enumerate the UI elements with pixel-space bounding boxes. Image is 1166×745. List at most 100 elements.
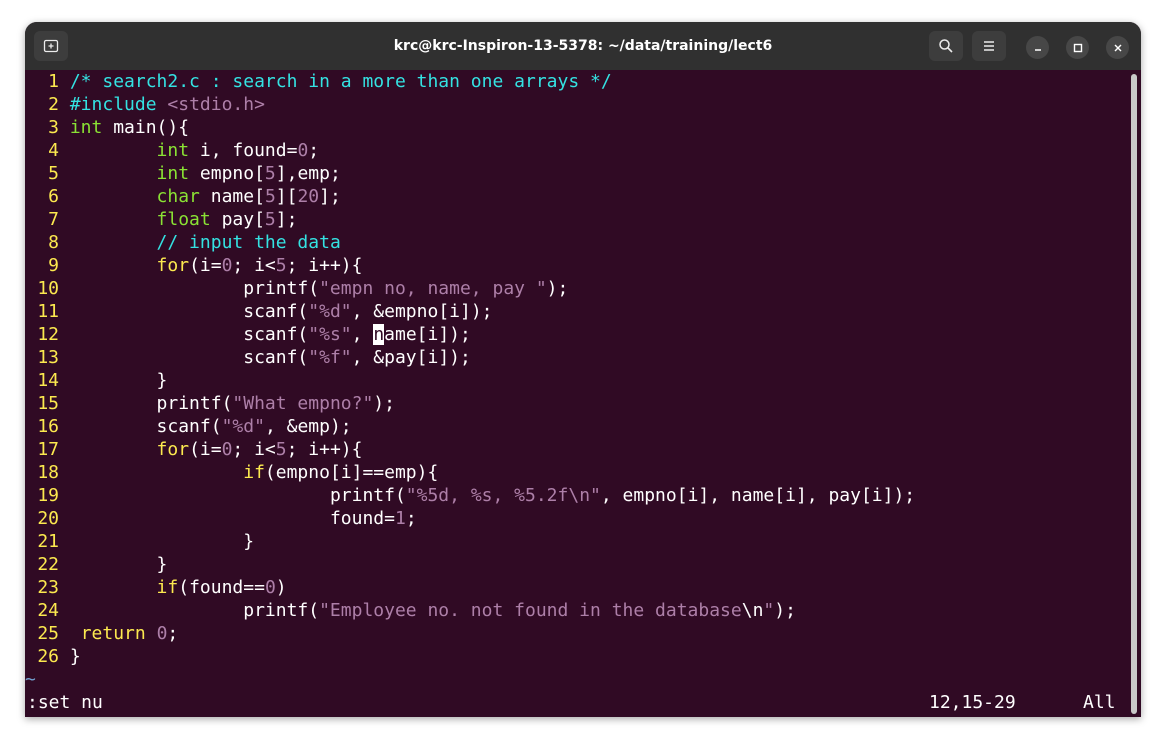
code-string: "What empno?" xyxy=(232,393,374,414)
maximize-button[interactable] xyxy=(1066,36,1089,59)
line-number: 2 xyxy=(48,94,59,115)
code-type: char xyxy=(156,186,200,207)
menu-button[interactable] xyxy=(972,31,1006,61)
minimize-button[interactable] xyxy=(1026,36,1049,59)
code-text: ; i< xyxy=(232,255,276,276)
code-text: ][ xyxy=(275,186,298,207)
cursor-position: 12,15-29 xyxy=(929,692,1016,713)
code-text: (found== xyxy=(178,577,265,598)
code-number: 0 xyxy=(221,255,233,276)
line-number: 7 xyxy=(48,209,59,230)
code-line: 25 return 0; xyxy=(25,622,178,645)
code-string: "%f" xyxy=(308,347,352,368)
line-number: 13 xyxy=(37,347,59,368)
code-number: 5 xyxy=(264,209,276,230)
code-text: printf( xyxy=(243,278,320,299)
code-line: 18 if(empno[i]==emp){ xyxy=(25,461,438,484)
code-text: } xyxy=(243,531,255,552)
scrollbar[interactable] xyxy=(1131,74,1137,714)
code-text: ame[i]); xyxy=(384,324,471,345)
code-comment: /* search2.c : search in a more than one… xyxy=(69,71,612,92)
line-number: 11 xyxy=(37,301,59,322)
line-number: 15 xyxy=(37,393,59,414)
code-text: i, found= xyxy=(189,140,298,161)
new-tab-button[interactable] xyxy=(34,31,68,61)
code-text: ); xyxy=(373,393,395,414)
line-number: 5 xyxy=(48,163,59,184)
code-string: "%s" xyxy=(308,324,352,345)
code-text: main(){ xyxy=(102,117,190,138)
code-text: ],emp; xyxy=(275,163,341,184)
line-number: 25 xyxy=(37,623,59,644)
code-type: int xyxy=(69,117,103,138)
code-number: 0 xyxy=(297,140,309,161)
code-text: pay[ xyxy=(210,209,265,230)
code-line: 12 scanf("%s", name[i]); xyxy=(25,323,471,346)
code-line: 7 float pay[5]; xyxy=(25,208,297,231)
code-string: "Employee no. not found in the database xyxy=(319,600,742,621)
line-number: 8 xyxy=(48,232,59,253)
code-line: 26 } xyxy=(25,645,81,668)
code-keyword: if xyxy=(243,462,265,483)
title-bar: krc@krc-Inspiron-13-5378: ~/data/trainin… xyxy=(25,22,1141,70)
code-string: "%5d, %s, %5.2f\n" xyxy=(405,485,601,506)
code-text: ; i< xyxy=(232,439,276,460)
code-text: , &empno[i]); xyxy=(351,301,493,322)
terminal-content[interactable]: 1 /* search2.c : search in a more than o… xyxy=(25,70,1141,717)
line-number: 16 xyxy=(37,416,59,437)
code-line: 15 printf("What empno?"); xyxy=(25,392,395,415)
code-text: ; xyxy=(308,140,320,161)
code-text: } xyxy=(156,554,168,575)
code-text: ; xyxy=(405,508,417,529)
line-number: 6 xyxy=(48,186,59,207)
code-text: empno[ xyxy=(189,163,265,184)
line-number: 9 xyxy=(48,255,59,276)
code-type: int xyxy=(156,163,190,184)
code-line: 19 printf("%5d, %s, %5.2f\n", empno[i], … xyxy=(25,484,915,507)
line-number: 18 xyxy=(37,462,59,483)
code-text: printf( xyxy=(329,485,406,506)
code-type: float xyxy=(156,209,211,230)
code-number: 1 xyxy=(394,508,406,529)
code-line: 20 found=1; xyxy=(25,507,417,530)
code-string: "%d" xyxy=(221,416,265,437)
code-text: } xyxy=(69,646,81,667)
code-number: 0 xyxy=(264,577,276,598)
code-escape: \n xyxy=(741,600,764,621)
code-text: scanf( xyxy=(243,324,309,345)
hamburger-menu-icon xyxy=(984,41,994,51)
close-button[interactable] xyxy=(1106,36,1129,59)
code-string: "empn no, name, pay " xyxy=(319,278,547,299)
scroll-position: All xyxy=(1083,692,1116,713)
search-button[interactable] xyxy=(929,31,963,61)
line-number: 1 xyxy=(48,71,59,92)
code-text: ]; xyxy=(319,186,341,207)
code-keyword: for xyxy=(156,439,190,460)
code-text: , xyxy=(351,324,374,345)
code-line: 6 char name[5][20]; xyxy=(25,185,341,208)
code-line: 23 if(found==0) xyxy=(25,576,287,599)
empty-line-tilde: ~ xyxy=(25,669,36,690)
code-line: 5 int empno[5],emp; xyxy=(25,162,341,185)
terminal-window: krc@krc-Inspiron-13-5378: ~/data/trainin… xyxy=(25,22,1141,717)
code-text: printf( xyxy=(156,393,233,414)
line-number: 23 xyxy=(37,577,59,598)
text-cursor: n xyxy=(373,324,385,345)
code-string: "%d" xyxy=(308,301,352,322)
code-line: 1 /* search2.c : search in a more than o… xyxy=(25,70,612,93)
code-text: found= xyxy=(329,508,395,529)
preprocessor-directive: #include xyxy=(69,94,157,115)
code-text: scanf( xyxy=(156,416,222,437)
code-line: 10 printf("empn no, name, pay "); xyxy=(25,277,568,300)
code-text: ) xyxy=(275,577,287,598)
code-text: (empno[i]==emp){ xyxy=(264,462,439,483)
command-line[interactable]: :set nu xyxy=(27,691,103,714)
line-number: 3 xyxy=(48,117,59,138)
code-text: , &emp); xyxy=(264,416,352,437)
code-line: 22 } xyxy=(25,553,167,576)
code-text: name[ xyxy=(199,186,265,207)
line-number: 10 xyxy=(37,278,59,299)
code-line: 9 for(i=0; i<5; i++){ xyxy=(25,254,362,277)
line-number: 24 xyxy=(37,600,59,621)
